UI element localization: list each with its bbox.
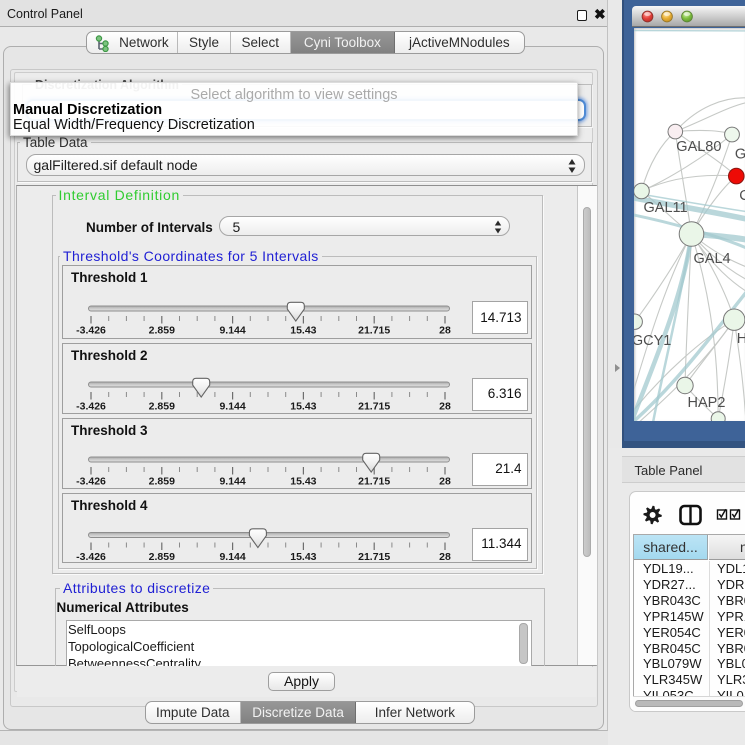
svg-text:21.715: 21.715 <box>358 476 390 488</box>
svg-text:-3.426: -3.426 <box>76 551 106 563</box>
svg-text:9.144: 9.144 <box>219 551 245 563</box>
svg-text:C: C <box>739 188 745 204</box>
svg-text:15.43: 15.43 <box>290 324 316 336</box>
svg-text:2.859: 2.859 <box>149 476 175 488</box>
svg-text:28: 28 <box>439 476 451 488</box>
svg-text:2.859: 2.859 <box>149 324 175 336</box>
svg-text:21.715: 21.715 <box>358 401 390 413</box>
svg-text:9.144: 9.144 <box>219 401 245 413</box>
svg-text:2.859: 2.859 <box>149 401 175 413</box>
svg-text:HAP2: HAP2 <box>687 395 725 411</box>
svg-text:G.: G. <box>734 146 745 162</box>
svg-text:H: H <box>736 331 745 347</box>
svg-text:GAL80: GAL80 <box>676 138 721 154</box>
svg-text:2.859: 2.859 <box>149 551 175 563</box>
svg-text:21.715: 21.715 <box>358 551 390 563</box>
svg-text:-3.426: -3.426 <box>76 476 106 488</box>
svg-text:9.144: 9.144 <box>219 324 245 336</box>
svg-text:28: 28 <box>439 324 451 336</box>
svg-text:-3.426: -3.426 <box>76 324 106 336</box>
svg-text:15.43: 15.43 <box>290 476 316 488</box>
svg-text:15.43: 15.43 <box>290 401 316 413</box>
svg-text:GAL11: GAL11 <box>643 200 687 216</box>
svg-text:GAL4: GAL4 <box>693 251 730 267</box>
svg-text:-3.426: -3.426 <box>76 401 106 413</box>
svg-text:9.144: 9.144 <box>219 476 245 488</box>
svg-text:28: 28 <box>439 551 451 563</box>
svg-text:15.43: 15.43 <box>290 551 316 563</box>
svg-text:28: 28 <box>439 401 451 413</box>
svg-text:GCY1: GCY1 <box>634 333 671 349</box>
svg-text:21.715: 21.715 <box>358 324 390 336</box>
